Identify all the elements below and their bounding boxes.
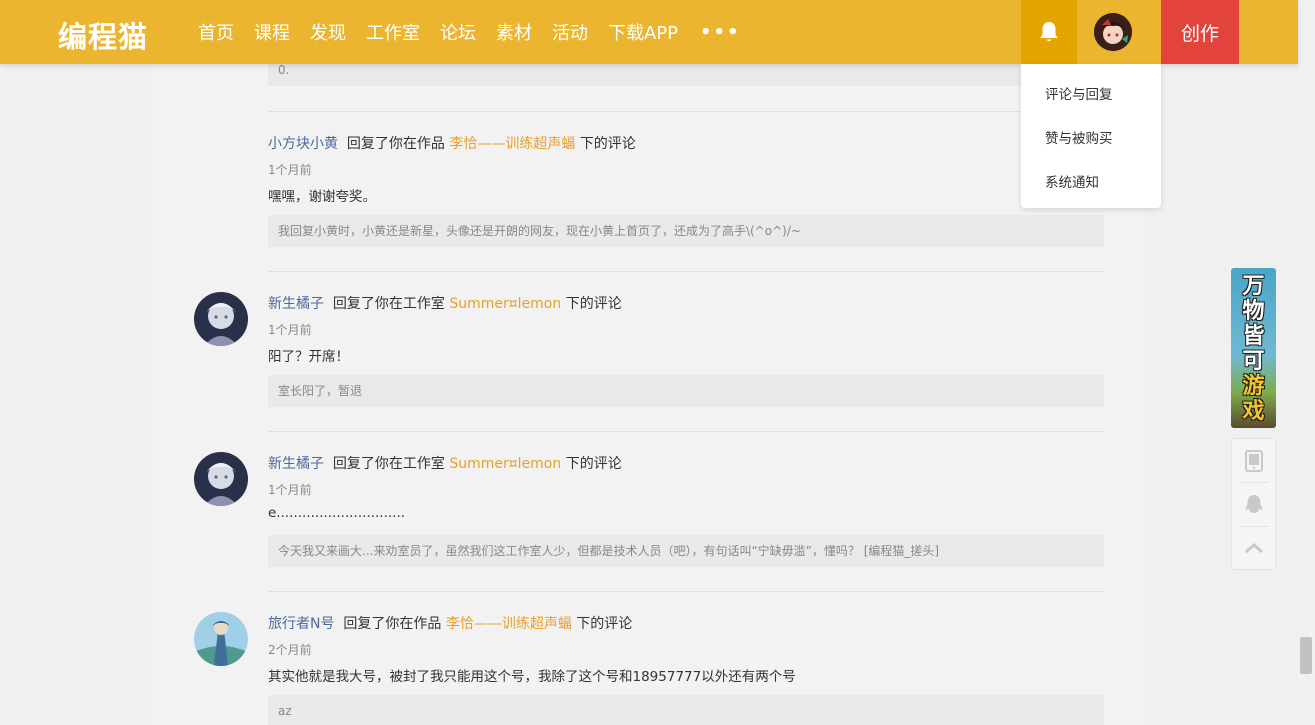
banner-line1: 万物皆可: [1242, 274, 1265, 374]
timestamp: 2个月前: [268, 643, 312, 657]
user-link[interactable]: 新生橘子: [268, 456, 324, 472]
action-text: 回复了你在工作室: [332, 456, 445, 472]
divider: [268, 111, 1104, 112]
nav-home[interactable]: 首页: [198, 19, 234, 45]
avatar-image: [194, 292, 248, 346]
site-logo[interactable]: 编程猫: [58, 14, 148, 56]
back-to-top-button[interactable]: [1232, 527, 1275, 569]
notification-list: 0. 小方块小黄 回复了你在作品 李恰——训练超声蝠 下的评论 1个月前 嘿嘿，…: [154, 0, 1144, 725]
avatar[interactable]: [194, 292, 248, 346]
reply-content: 其实他就是我大号，被封了我只能用这个号，我除了这个号和18957777以外还有两…: [268, 669, 796, 685]
nav-events[interactable]: 活动: [552, 19, 588, 45]
scrollbar-thumb[interactable]: [1300, 637, 1312, 674]
studio-link[interactable]: Summer¤lemon: [449, 456, 561, 472]
nav-materials[interactable]: 素材: [496, 19, 532, 45]
comment-quote: 今天我又来画大...来劝室员了，虽然我们这工作室人少，但都是技术人员（吧），有句…: [268, 535, 1104, 567]
user-link[interactable]: 小方块小黄: [268, 136, 338, 152]
divider: [268, 271, 1104, 272]
qq-button[interactable]: [1232, 483, 1275, 526]
nav-download-app[interactable]: 下载APP: [608, 19, 678, 45]
reply-content: 阳了？开席！: [268, 349, 349, 365]
create-button[interactable]: 创作: [1161, 0, 1239, 64]
avatar[interactable]: [194, 452, 248, 506]
notification-headline: 小方块小黄 回复了你在作品 李恰——训练超声蝠 下的评论: [268, 133, 636, 153]
dropdown-system-notices[interactable]: 系统通知: [1045, 171, 1099, 191]
reply-content: 嘿嘿，谢谢夸奖。: [268, 189, 376, 205]
user-link[interactable]: 新生橘子: [268, 296, 324, 312]
nav-forum[interactable]: 论坛: [440, 19, 476, 45]
action-text: 回复了你在工作室: [332, 296, 445, 312]
mobile-app-button[interactable]: [1232, 439, 1275, 482]
notification-headline: 旅行者N号 回复了你在作品 李恰——训练超声蝠 下的评论: [268, 613, 632, 633]
suffix-text: 下的评论: [576, 616, 633, 632]
comment-quote: 我回复小黄时，小黄还是新星，头像还是开朗的网友，现在小黄上首页了，还成为了高手\…: [268, 215, 1104, 247]
side-toolbar: [1231, 438, 1276, 570]
qq-icon: [1245, 494, 1262, 513]
avatar-image: [1094, 13, 1132, 51]
timestamp: 1个月前: [268, 483, 312, 497]
nav-courses[interactable]: 课程: [254, 19, 290, 45]
divider: [268, 591, 1104, 592]
avatar[interactable]: [194, 612, 248, 666]
reply-content: e..............................: [268, 505, 406, 521]
suffix-text: 下的评论: [579, 136, 636, 152]
work-link[interactable]: 李恰——训练超声蝠: [449, 136, 575, 152]
user-link[interactable]: 旅行者N号: [268, 616, 334, 632]
notification-dropdown: 评论与回复 赞与被购买 系统通知: [1021, 64, 1161, 208]
notification-headline: 新生橘子 回复了你在工作室 Summer¤lemon 下的评论: [268, 293, 622, 313]
promo-banner[interactable]: 万物皆可 游戏: [1231, 268, 1276, 428]
work-link[interactable]: 李恰——训练超声蝠: [446, 616, 572, 632]
avatar-image: [194, 452, 248, 506]
suffix-text: 下的评论: [565, 296, 622, 312]
chevron-up-icon: [1244, 543, 1263, 554]
user-avatar[interactable]: [1094, 13, 1132, 51]
nav-studio[interactable]: 工作室: [366, 19, 420, 45]
timestamp: 1个月前: [268, 163, 312, 177]
banner-line2: 游戏: [1242, 374, 1265, 424]
banner-text: 万物皆可 游戏: [1231, 274, 1276, 424]
notification-button[interactable]: [1021, 0, 1077, 64]
dropdown-comments-replies[interactable]: 评论与回复: [1045, 83, 1113, 103]
studio-link[interactable]: Summer¤lemon: [449, 296, 561, 312]
tablet-icon: [1244, 449, 1263, 472]
suffix-text: 下的评论: [565, 456, 622, 472]
divider: [268, 431, 1104, 432]
main-nav: 首页 课程 发现 工作室 论坛 素材 活动 下载APP •••: [188, 0, 741, 64]
nav-discover[interactable]: 发现: [310, 19, 346, 45]
dropdown-likes-purchases[interactable]: 赞与被购买: [1045, 127, 1113, 147]
action-text: 回复了你在作品: [343, 616, 442, 632]
comment-quote: az: [268, 695, 1104, 725]
page-scrollbar[interactable]: [1298, 0, 1315, 725]
notification-headline: 新生橘子 回复了你在工作室 Summer¤lemon 下的评论: [268, 453, 622, 473]
avatar-image: [194, 612, 248, 666]
action-text: 回复了你在作品: [346, 136, 445, 152]
top-nav-bar: 编程猫 首页 课程 发现 工作室 论坛 素材 活动 下载APP ••• 创作: [0, 0, 1298, 64]
bell-icon: [1040, 22, 1058, 42]
timestamp: 1个月前: [268, 323, 312, 337]
comment-quote: 室长阳了，暂退: [268, 375, 1104, 407]
more-menu-icon[interactable]: •••: [700, 22, 741, 43]
